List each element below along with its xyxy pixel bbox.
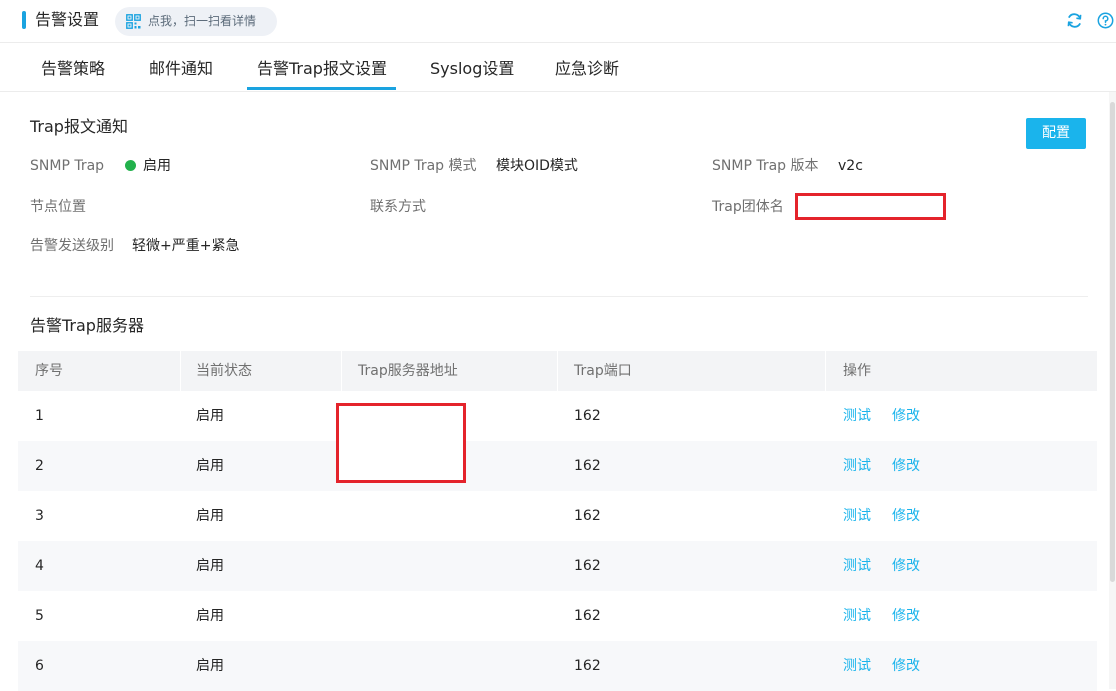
contact-label: 联系方式: [370, 199, 426, 215]
redacted-community-box: [795, 193, 946, 220]
test-link[interactable]: 测试: [843, 591, 871, 641]
row-index: 4: [35, 558, 44, 574]
column-divider: [557, 351, 558, 391]
column-divider: [825, 351, 826, 391]
row-port: 162: [574, 658, 601, 674]
trap-community-label: Trap团体名: [712, 199, 784, 215]
scrollbar-thumb[interactable]: [1110, 102, 1115, 582]
row-index: 3: [35, 508, 44, 524]
node-location-label: 节点位置: [30, 199, 86, 215]
column-divider: [341, 351, 342, 391]
title-accent-bar: [22, 11, 26, 29]
tab-email-notify[interactable]: 邮件通知: [149, 58, 213, 80]
row-port: 162: [574, 408, 601, 424]
trap-version-value: v2c: [838, 158, 863, 174]
row-status: 启用: [196, 458, 224, 474]
snmp-trap-label: SNMP Trap: [30, 158, 105, 174]
row-index: 5: [35, 608, 44, 624]
tab-bar: 告警策略 邮件通知 告警Trap报文设置 Syslog设置 应急诊断: [0, 44, 1116, 92]
table-row: 1 启用 162 测试 修改: [18, 391, 1097, 441]
config-button[interactable]: 配置: [1026, 118, 1086, 149]
table-row: 3 启用 162 测试 修改: [18, 491, 1097, 541]
redacted-address-box: [336, 403, 466, 483]
edit-link[interactable]: 修改: [892, 591, 920, 641]
row-index: 2: [35, 458, 44, 474]
refresh-icon[interactable]: [1066, 12, 1083, 29]
trap-version-label: SNMP Trap 版本: [712, 158, 819, 174]
column-divider: [180, 351, 181, 391]
row-status: 启用: [196, 558, 224, 574]
section-divider: [30, 296, 1088, 297]
trap-mode-value: 模块OID模式: [496, 158, 578, 174]
snmp-trap-value: 启用: [143, 158, 171, 174]
row-status: 启用: [196, 658, 224, 674]
row-port: 162: [574, 558, 601, 574]
tab-trap-settings[interactable]: 告警Trap报文设置: [257, 58, 387, 80]
col-port-header: Trap端口: [574, 363, 632, 379]
help-icon[interactable]: [1097, 12, 1114, 29]
row-port: 162: [574, 458, 601, 474]
row-port: 162: [574, 508, 601, 524]
test-link[interactable]: 测试: [843, 641, 871, 691]
qr-code-icon: [126, 14, 141, 29]
tab-alarm-policy[interactable]: 告警策略: [41, 58, 105, 80]
row-port: 162: [574, 608, 601, 624]
edit-link[interactable]: 修改: [892, 441, 920, 491]
edit-link[interactable]: 修改: [892, 641, 920, 691]
test-link[interactable]: 测试: [843, 441, 871, 491]
scan-hint-text: 点我，扫一扫看详情: [148, 14, 257, 28]
edit-link[interactable]: 修改: [892, 541, 920, 591]
row-status: 启用: [196, 608, 224, 624]
table-row: 6 启用 162 测试 修改: [18, 641, 1097, 691]
table-row: 5 启用 162 测试 修改: [18, 591, 1097, 641]
tab-syslog-settings[interactable]: Syslog设置: [430, 58, 514, 80]
active-tab-indicator: [247, 87, 396, 90]
tab-emergency-diagnosis[interactable]: 应急诊断: [555, 58, 619, 80]
alarm-level-label: 告警发送级别: [30, 238, 114, 254]
scan-qr-button[interactable]: 点我，扫一扫看详情: [115, 7, 277, 36]
status-dot: [125, 160, 136, 171]
title-bar: 告警设置 点我，扫一扫看详情: [0, 0, 1116, 43]
row-index: 1: [35, 408, 44, 424]
test-link[interactable]: 测试: [843, 491, 871, 541]
table-row: 4 启用 162 测试 修改: [18, 541, 1097, 591]
col-status-header: 当前状态: [196, 363, 252, 379]
test-link[interactable]: 测试: [843, 391, 871, 441]
alarm-level-value: 轻微+严重+紧急: [132, 238, 240, 254]
trap-notice-title: Trap报文通知: [30, 117, 128, 136]
page-title: 告警设置: [35, 10, 100, 29]
col-index-header: 序号: [35, 363, 63, 379]
row-status: 启用: [196, 408, 224, 424]
col-actions-header: 操作: [843, 363, 871, 379]
row-status: 启用: [196, 508, 224, 524]
row-index: 6: [35, 658, 44, 674]
edit-link[interactable]: 修改: [892, 391, 920, 441]
table-header: 序号 当前状态 Trap服务器地址 Trap端口 操作: [18, 351, 1097, 391]
trap-mode-label: SNMP Trap 模式: [370, 158, 477, 174]
test-link[interactable]: 测试: [843, 541, 871, 591]
trap-servers-title: 告警Trap服务器: [30, 316, 144, 335]
table-row: 2 启用 162 测试 修改: [18, 441, 1097, 491]
col-address-header: Trap服务器地址: [358, 363, 458, 379]
edit-link[interactable]: 修改: [892, 491, 920, 541]
